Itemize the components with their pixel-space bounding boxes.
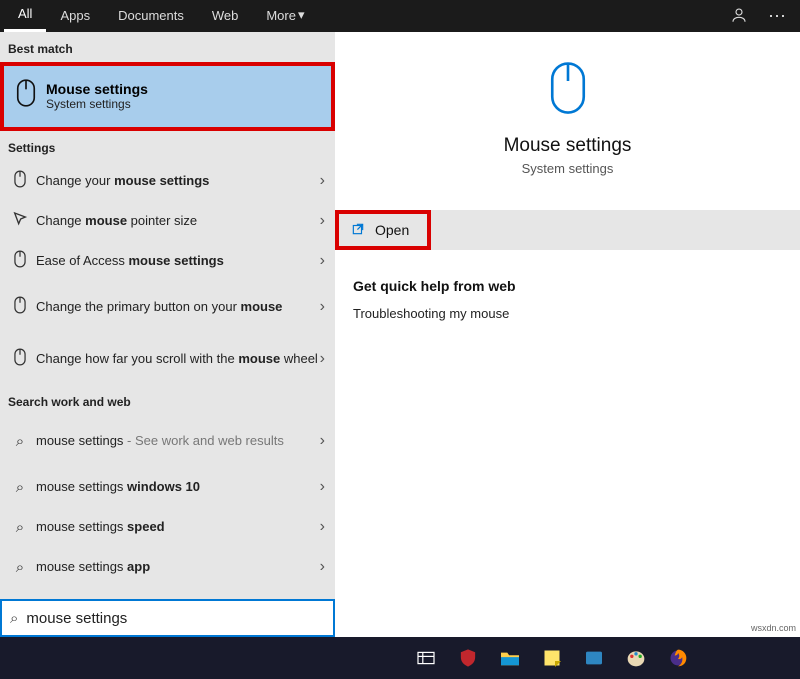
- result-label: Ease of Access mouse settings: [32, 252, 320, 270]
- mouse-icon: [8, 250, 32, 272]
- search-icon: ⌕: [8, 479, 32, 496]
- result-label: Change mouse pointer size: [32, 212, 320, 230]
- result-label: mouse settings - See work and web result…: [32, 432, 320, 450]
- preview-panel: Mouse settings System settings Open Get …: [335, 32, 800, 637]
- quick-help-item[interactable]: Troubleshooting my mouse: [353, 306, 782, 321]
- result-ease-of-access-mouse[interactable]: Ease of Access mouse settings ›: [0, 241, 335, 281]
- preview-title: Mouse settings: [335, 135, 800, 157]
- result-change-pointer-size[interactable]: Change mouse pointer size ›: [0, 201, 335, 241]
- result-label: mouse settings windows 10: [32, 478, 320, 496]
- more-options-icon[interactable]: ⋯: [758, 6, 796, 27]
- taskbar: [0, 637, 800, 679]
- search-input[interactable]: [18, 610, 325, 627]
- search-icon: ⌕: [8, 559, 32, 576]
- result-label: Change how far you scroll with the mouse…: [32, 350, 320, 368]
- mouse-icon-large: [335, 60, 800, 121]
- result-best-mouse-settings[interactable]: Mouse settings System settings: [0, 62, 335, 131]
- chevron-right-icon: ›: [320, 172, 325, 190]
- result-web-mouse-settings[interactable]: ⌕ mouse settings - See work and web resu…: [0, 415, 335, 467]
- chevron-right-icon: ›: [320, 518, 325, 536]
- taskbar-app-shield[interactable]: [452, 642, 484, 674]
- best-match-subtitle: System settings: [46, 97, 148, 111]
- open-icon: [351, 222, 365, 239]
- search-icon: ⌕: [8, 433, 32, 450]
- result-web-app[interactable]: ⌕ mouse settings app ›: [0, 547, 335, 587]
- tab-all[interactable]: All: [4, 0, 46, 32]
- tab-more[interactable]: More ▾: [252, 1, 318, 31]
- results-panel: Best match Mouse settings System setting…: [0, 32, 335, 637]
- taskbar-app-generic1[interactable]: [578, 642, 610, 674]
- section-web: Search work and web: [0, 385, 335, 415]
- watermark: wsxdn.com: [751, 623, 796, 633]
- mouse-icon: [8, 170, 32, 192]
- tab-documents[interactable]: Documents: [104, 2, 198, 31]
- search-box[interactable]: ⌕: [0, 599, 335, 637]
- taskbar-app-file-explorer[interactable]: [494, 642, 526, 674]
- taskbar-app-paint[interactable]: [620, 642, 652, 674]
- chevron-down-icon: ▾: [298, 7, 305, 23]
- result-scroll-wheel[interactable]: Change how far you scroll with the mouse…: [0, 333, 335, 385]
- open-button[interactable]: Open: [335, 210, 431, 250]
- search-scope-tabs: All Apps Documents Web More ▾ ⋯: [0, 0, 800, 32]
- search-icon: ⌕: [8, 519, 32, 536]
- result-label: Change your mouse settings: [32, 172, 320, 190]
- result-primary-button[interactable]: Change the primary button on your mouse …: [0, 281, 335, 333]
- tab-apps[interactable]: Apps: [46, 2, 104, 31]
- chevron-right-icon: ›: [320, 252, 325, 270]
- result-label: mouse settings app: [32, 558, 320, 576]
- chevron-right-icon: ›: [320, 298, 325, 316]
- result-label: Change the primary button on your mouse: [32, 298, 320, 316]
- mouse-icon: [8, 348, 32, 370]
- preview-subtitle: System settings: [335, 161, 800, 176]
- feedback-icon[interactable]: [720, 6, 758, 27]
- chevron-right-icon: ›: [320, 432, 325, 450]
- section-best-match: Best match: [0, 32, 335, 62]
- chevron-right-icon: ›: [320, 558, 325, 576]
- chevron-right-icon: ›: [320, 478, 325, 496]
- section-settings: Settings: [0, 131, 335, 161]
- search-icon: ⌕: [10, 610, 18, 627]
- tab-web[interactable]: Web: [198, 2, 253, 31]
- result-label: mouse settings speed: [32, 518, 320, 536]
- taskbar-app-taskview[interactable]: [410, 642, 442, 674]
- mouse-icon: [8, 296, 32, 318]
- cursor-icon: [8, 211, 32, 231]
- open-label: Open: [375, 222, 409, 238]
- taskbar-app-firefox[interactable]: [662, 642, 694, 674]
- taskbar-app-sticky-notes[interactable]: [536, 642, 568, 674]
- quick-help-title: Get quick help from web: [353, 278, 782, 294]
- mouse-icon: [12, 78, 40, 113]
- result-web-speed[interactable]: ⌕ mouse settings speed ›: [0, 507, 335, 547]
- result-change-mouse-settings[interactable]: Change your mouse settings ›: [0, 161, 335, 201]
- best-match-title: Mouse settings: [46, 81, 148, 97]
- chevron-right-icon: ›: [320, 350, 325, 368]
- result-web-windows10[interactable]: ⌕ mouse settings windows 10 ›: [0, 467, 335, 507]
- chevron-right-icon: ›: [320, 212, 325, 230]
